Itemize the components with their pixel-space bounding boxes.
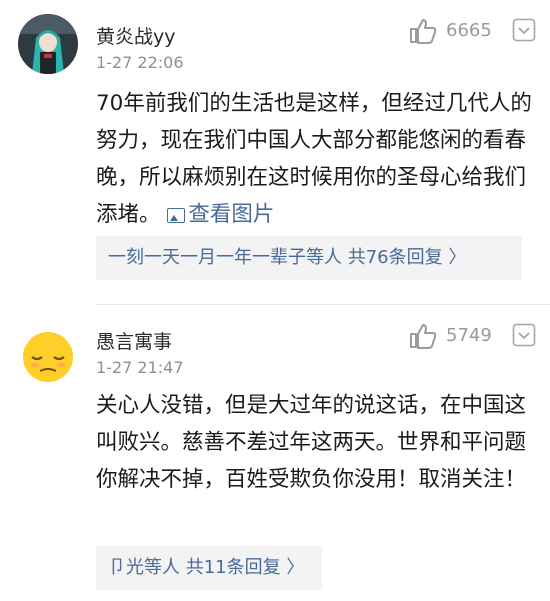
comment-item: 黄炎战yy 1-27 22:06 6665 70年前我们的生活也是这样，但经过几… <box>0 0 550 305</box>
like-count: 5749 <box>446 325 492 346</box>
chevron-down-icon[interactable] <box>512 323 536 347</box>
comment-body: 70年前我们的生活也是这样，但经过几代人的努力，现在我们中国人大部分都能悠闲的看… <box>96 91 532 227</box>
anime-character-avatar-icon[interactable] <box>18 14 78 74</box>
sleepy-emoji-avatar-icon[interactable] <box>18 325 78 385</box>
username[interactable]: 黄炎战yy <box>96 22 176 49</box>
view-picture-link[interactable]: 查看图片 <box>167 202 274 227</box>
comment-text: 关心人没错，但是大过年的说这话，在中国这叫败兴。慈善不差过年这两天。世界和平问题… <box>96 393 527 492</box>
comment-text: 70年前我们的生活也是这样，但经过几代人的努力，现在我们中国人大部分都能悠闲的看… <box>96 85 536 233</box>
reply-summary[interactable]: 一刻一天一月一年一辈子等人 共76条回复 〉 <box>96 236 522 280</box>
thumbs-up-icon[interactable] <box>408 321 438 351</box>
picture-icon <box>167 208 186 223</box>
like-count: 6665 <box>446 20 492 41</box>
username[interactable]: 愚言寓事 <box>96 327 172 354</box>
comment-item: 愚言寓事 1-27 21:47 5749 关心人没错，但是大过年的说这话，在中国… <box>0 305 550 601</box>
thumbs-up-icon[interactable] <box>408 16 438 46</box>
timestamp: 1-27 21:47 <box>96 358 184 377</box>
view-picture-label: 查看图片 <box>188 202 275 227</box>
reply-summary[interactable]: 卩光等人 共11条回复 〉 <box>96 546 322 590</box>
timestamp: 1-27 22:06 <box>96 53 184 72</box>
chevron-down-icon[interactable] <box>512 18 536 42</box>
